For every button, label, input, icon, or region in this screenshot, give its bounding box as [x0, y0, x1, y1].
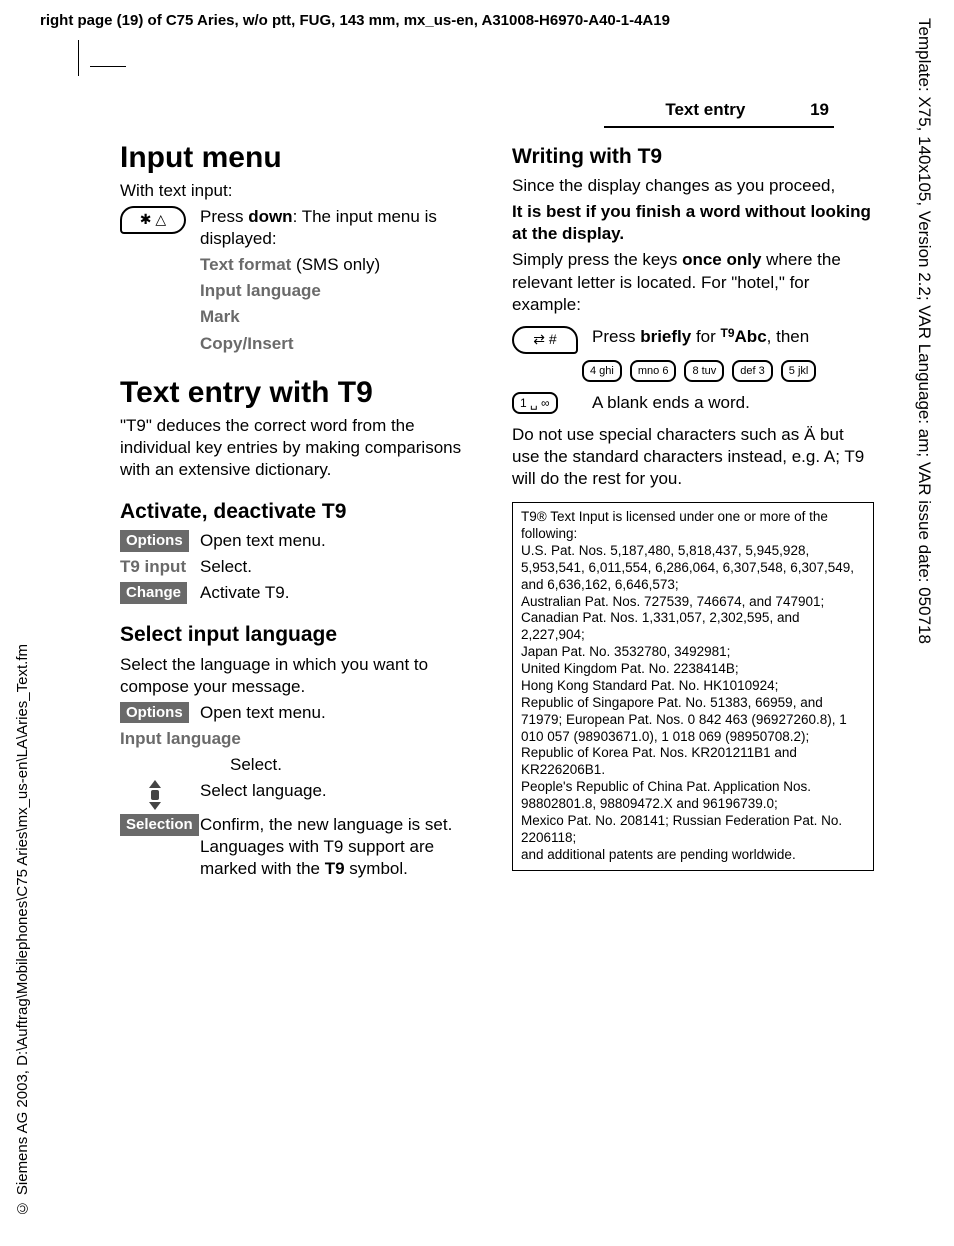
header-rest: of C75 Aries, w/o ptt, FUG, 143 mm, mx_u…	[143, 12, 670, 29]
change-softkey: Change	[120, 582, 187, 604]
running-head: Text entry 19	[665, 100, 829, 120]
press-briefly-text: Press briefly for T9Abc, then	[592, 326, 874, 348]
menu-mark: Mark	[200, 306, 482, 328]
selection-softkey: Selection	[120, 814, 199, 836]
menu-text-format: Text format (SMS only)	[200, 254, 482, 276]
options-desc: Open text menu.	[200, 530, 482, 552]
key-3: def 3	[732, 360, 772, 382]
input-lang-desc: Select.	[230, 754, 482, 776]
intro-text: With text input:	[120, 180, 482, 202]
best-text: It is best if you finish a word without …	[512, 201, 874, 245]
t9-input-desc: Select.	[200, 556, 482, 578]
input-lang-label: Input language	[120, 728, 241, 750]
lang-desc: Select the language in which you want to…	[120, 654, 482, 698]
heading-writing-t9: Writing with T9	[512, 144, 874, 169]
heading-input-menu: Input menu	[120, 140, 482, 176]
side-template-text: Template: X75, 140x105, Version 2.2; VAR…	[914, 18, 934, 778]
simply-text: Simply press the keys once only where th…	[512, 249, 874, 315]
options-softkey: Options	[120, 530, 189, 552]
section-title: Text entry	[665, 100, 745, 119]
options2-desc: Open text menu.	[200, 702, 482, 724]
proceed-text: Since the display changes as you proceed…	[512, 175, 874, 197]
head-rule	[604, 126, 834, 128]
key-8: 8 tuv	[684, 360, 724, 382]
key-1-space: 1 ␣ ∞	[512, 392, 558, 414]
selection-desc: Confirm, the new language is set. Langua…	[200, 814, 482, 880]
right-column: Writing with T9 Since the display change…	[512, 140, 874, 1216]
t9-input-label: T9 input	[120, 556, 186, 578]
side-sourcefile-text: © Siemens AG 2003, D:\Auftrag\Mobilephon…	[14, 644, 34, 1216]
options-softkey-2: Options	[120, 702, 189, 724]
header-info: right page (19) of C75 Aries, w/o ptt, F…	[40, 12, 864, 29]
left-column: Input menu With text input: ✱ △ Press do…	[120, 140, 482, 1216]
menu-copy-insert: Copy/Insert	[200, 333, 482, 355]
key-4: 4 ghi	[582, 360, 622, 382]
key-5: 5 jkl	[781, 360, 817, 382]
heading-t9: Text entry with T9	[120, 375, 482, 411]
header-prefix: right page (19)	[40, 12, 143, 29]
key-sequence: 4 ghi mno 6 8 tuv def 3 5 jkl	[582, 360, 874, 382]
page-number: 19	[810, 100, 829, 119]
menu-input-language: Input language	[200, 280, 482, 302]
change-desc: Activate T9.	[200, 582, 482, 604]
key-6: mno 6	[630, 360, 677, 382]
heading-activate: Activate, deactivate T9	[120, 499, 482, 524]
legal-box: T9® Text Input is licensed under one or …	[512, 502, 874, 870]
nav-updown-icon	[146, 780, 164, 810]
select-lang-desc: Select language.	[200, 780, 482, 802]
star-key-icon: ✱ △	[120, 206, 186, 234]
t9-description: "T9" deduces the correct word from the i…	[120, 415, 482, 481]
blank-desc: A blank ends a word.	[592, 392, 874, 414]
hash-key-icon: ⇄ #	[512, 326, 578, 354]
page-body: Text entry 19 Input menu With text input…	[120, 100, 874, 1216]
special-chars-text: Do not use special characters such as Ä …	[512, 424, 874, 490]
heading-select-lang: Select input language	[120, 622, 482, 647]
press-down-text: Press down: The input menu is displayed:	[200, 206, 482, 250]
legal-text: T9® Text Input is licensed under one or …	[521, 509, 865, 863]
